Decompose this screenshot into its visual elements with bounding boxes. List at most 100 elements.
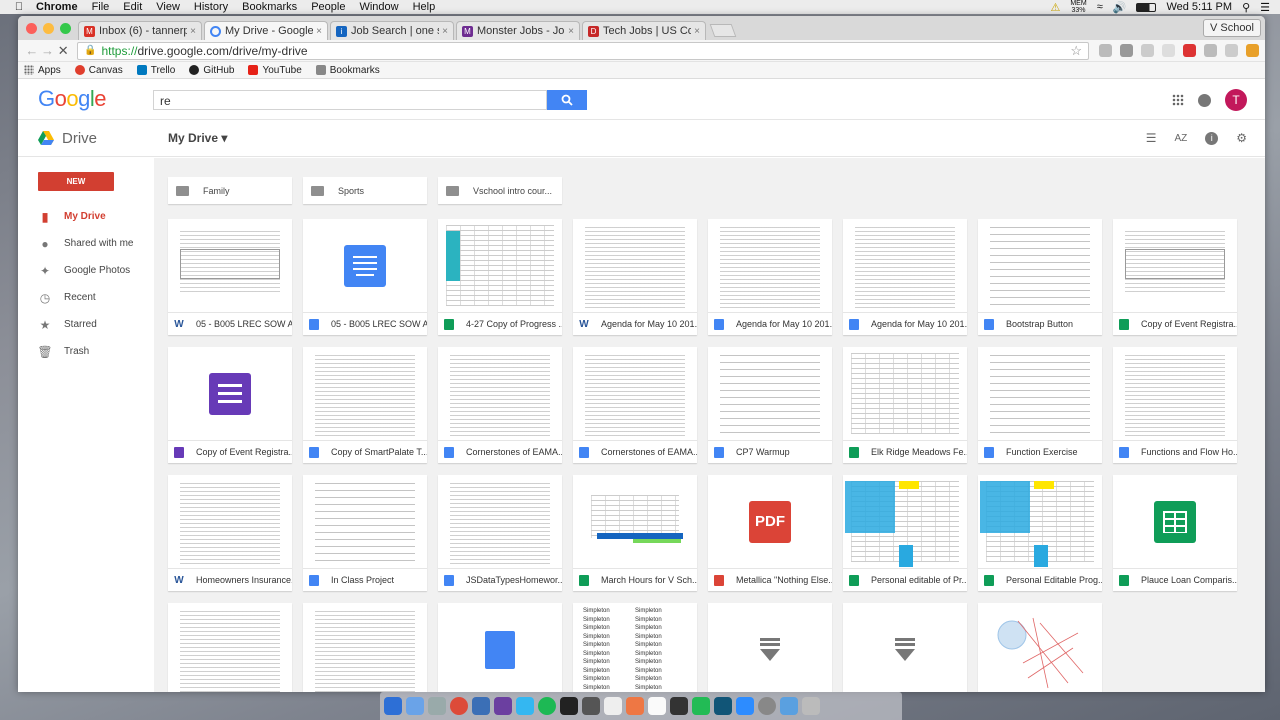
- battery-icon[interactable]: [1136, 2, 1157, 12]
- profile-button[interactable]: V School: [1202, 19, 1261, 37]
- file-card[interactable]: Function Exercise: [978, 347, 1102, 463]
- extension-icon[interactable]: [1162, 44, 1176, 57]
- spotify-icon[interactable]: [538, 697, 556, 715]
- tab-my-drive[interactable]: My Drive - Google Drive ×: [204, 21, 328, 40]
- file-card[interactable]: Personal Editable Prog...: [978, 475, 1102, 591]
- menu-help[interactable]: Help: [413, 1, 436, 13]
- new-button[interactable]: NEW: [38, 172, 114, 191]
- clock[interactable]: Wed 5:11 PM: [1166, 1, 1232, 13]
- file-card[interactable]: In Class Project: [303, 475, 427, 591]
- finder-icon[interactable]: [384, 697, 402, 715]
- bookmark-apps[interactable]: Apps: [24, 65, 61, 76]
- sidebar-item-starred[interactable]: ★ Starred: [18, 311, 154, 338]
- stop-loading-icon[interactable]: ✕: [55, 43, 71, 59]
- close-window-button[interactable]: [26, 23, 37, 34]
- siri-icon[interactable]: [406, 697, 424, 715]
- bookmark-canvas[interactable]: Canvas: [74, 65, 123, 76]
- sidebar-item-shared[interactable]: ● Shared with me: [18, 230, 154, 257]
- forward-icon[interactable]: →: [40, 43, 56, 58]
- file-card[interactable]: Copy of SmartPalate T...: [303, 347, 427, 463]
- lock-icon[interactable]: 🔒: [84, 45, 96, 56]
- file-card[interactable]: 05 - B005 LREC SOW A...: [303, 219, 427, 335]
- extension-icon[interactable]: [1225, 44, 1239, 57]
- tab-gmail[interactable]: M Inbox (6) - tannerplauche@ ×: [78, 21, 202, 40]
- file-card[interactable]: [438, 603, 562, 692]
- tab-job-search[interactable]: i Job Search | one search. al ×: [330, 21, 454, 40]
- volume-icon[interactable]: 🔊: [1113, 1, 1127, 14]
- bookmark-youtube[interactable]: YouTube: [248, 65, 302, 76]
- menu-history[interactable]: History: [194, 1, 228, 13]
- file-card[interactable]: W 05 - B005 LREC SOW A...: [168, 219, 292, 335]
- file-card[interactable]: CP7 Warmup: [708, 347, 832, 463]
- extension-icon[interactable]: [1204, 44, 1218, 57]
- file-card[interactable]: JSDataTypesHomewor...: [438, 475, 562, 591]
- trash-icon[interactable]: [802, 697, 820, 715]
- slack-icon[interactable]: [494, 697, 512, 715]
- menu-file[interactable]: File: [92, 1, 110, 13]
- zoom-icon[interactable]: [736, 697, 754, 715]
- close-tab-icon[interactable]: ×: [190, 26, 196, 37]
- sidebar-item-photos[interactable]: ✦ Google Photos: [18, 257, 154, 284]
- sidebar-item-my-drive[interactable]: ▮ My Drive: [18, 203, 154, 230]
- file-card[interactable]: Cornerstones of EAMA...: [438, 347, 562, 463]
- back-icon[interactable]: ←: [24, 43, 40, 58]
- drive-search-input[interactable]: re: [153, 90, 547, 110]
- file-card[interactable]: Simpleton Simpleton Simpleton Simpleton Simp…: [573, 603, 697, 692]
- launchpad-icon[interactable]: [428, 697, 446, 715]
- sidebar-item-trash[interactable]: 🗑 Trash: [18, 338, 154, 365]
- menu-people[interactable]: People: [311, 1, 345, 13]
- textedit-icon[interactable]: [648, 697, 666, 715]
- menu-bookmarks[interactable]: Bookmarks: [242, 1, 297, 13]
- folder-card[interactable]: Vschool intro cour...: [438, 177, 562, 204]
- file-card[interactable]: W Agenda for May 10 201...: [573, 219, 697, 335]
- close-tab-icon[interactable]: ×: [694, 26, 700, 37]
- file-card[interactable]: Elk Ridge Meadows Fe...: [843, 347, 967, 463]
- apple-icon[interactable]: : [12, 1, 26, 13]
- file-card[interactable]: Agenda for May 10 201...: [708, 219, 832, 335]
- info-icon[interactable]: i: [1205, 131, 1219, 145]
- notifications-icon[interactable]: [1198, 93, 1211, 107]
- address-bar[interactable]: 🔒 https:// drive.google.com/drive/my-dri…: [77, 41, 1090, 60]
- menu-app-name[interactable]: Chrome: [36, 1, 78, 13]
- calendar-icon[interactable]: [604, 697, 622, 715]
- menu-window[interactable]: Window: [359, 1, 398, 13]
- terminal-icon[interactable]: [560, 697, 578, 715]
- file-card[interactable]: [978, 603, 1102, 692]
- file-card[interactable]: [843, 603, 967, 692]
- google-logo[interactable]: Google: [38, 86, 107, 112]
- file-card[interactable]: Plauce Loan Comparis...: [1113, 475, 1237, 591]
- app-icon[interactable]: [582, 697, 600, 715]
- app-icon[interactable]: [692, 697, 710, 715]
- folder-card[interactable]: Sports: [303, 177, 427, 204]
- file-card[interactable]: Bootstrap Button: [978, 219, 1102, 335]
- system-preferences-icon[interactable]: [758, 697, 776, 715]
- chrome-menu-icon[interactable]: [1246, 44, 1260, 57]
- extension-icon[interactable]: [1141, 44, 1155, 57]
- file-card[interactable]: W Homeowners Insurance...: [168, 475, 292, 591]
- menu-edit[interactable]: Edit: [123, 1, 142, 13]
- tab-tech-jobs[interactable]: D Tech Jobs | US Contract an ×: [582, 21, 706, 40]
- sort-az-icon[interactable]: AZ: [1174, 133, 1187, 144]
- extension-icon[interactable]: [1099, 44, 1113, 57]
- safari-icon[interactable]: [472, 697, 490, 715]
- extension-icon[interactable]: [1120, 44, 1134, 57]
- file-card[interactable]: [303, 603, 427, 692]
- avatar[interactable]: T: [1225, 89, 1247, 111]
- close-tab-icon[interactable]: ×: [316, 26, 322, 37]
- drive-logo[interactable]: Drive: [38, 130, 97, 147]
- notes-icon[interactable]: [626, 697, 644, 715]
- close-tab-icon[interactable]: ×: [442, 26, 448, 37]
- search-button[interactable]: [547, 90, 587, 110]
- file-card[interactable]: Cornerstones of EAMA...: [573, 347, 697, 463]
- file-card[interactable]: Copy of Event Registra...: [1113, 219, 1237, 335]
- wifi-icon[interactable]: ≈: [1097, 1, 1103, 13]
- list-view-icon[interactable]: ☰: [1146, 131, 1157, 145]
- downloads-folder-icon[interactable]: [780, 697, 798, 715]
- file-card[interactable]: Personal editable of Pr...: [843, 475, 967, 591]
- location-dropdown[interactable]: My Drive ▾: [168, 131, 227, 145]
- file-card[interactable]: 4-27 Copy of Progress ...: [438, 219, 562, 335]
- file-card[interactable]: [708, 603, 832, 692]
- settings-gear-icon[interactable]: ⚙: [1236, 131, 1247, 145]
- minimize-window-button[interactable]: [43, 23, 54, 34]
- bookmark-folder[interactable]: Bookmarks: [315, 65, 380, 76]
